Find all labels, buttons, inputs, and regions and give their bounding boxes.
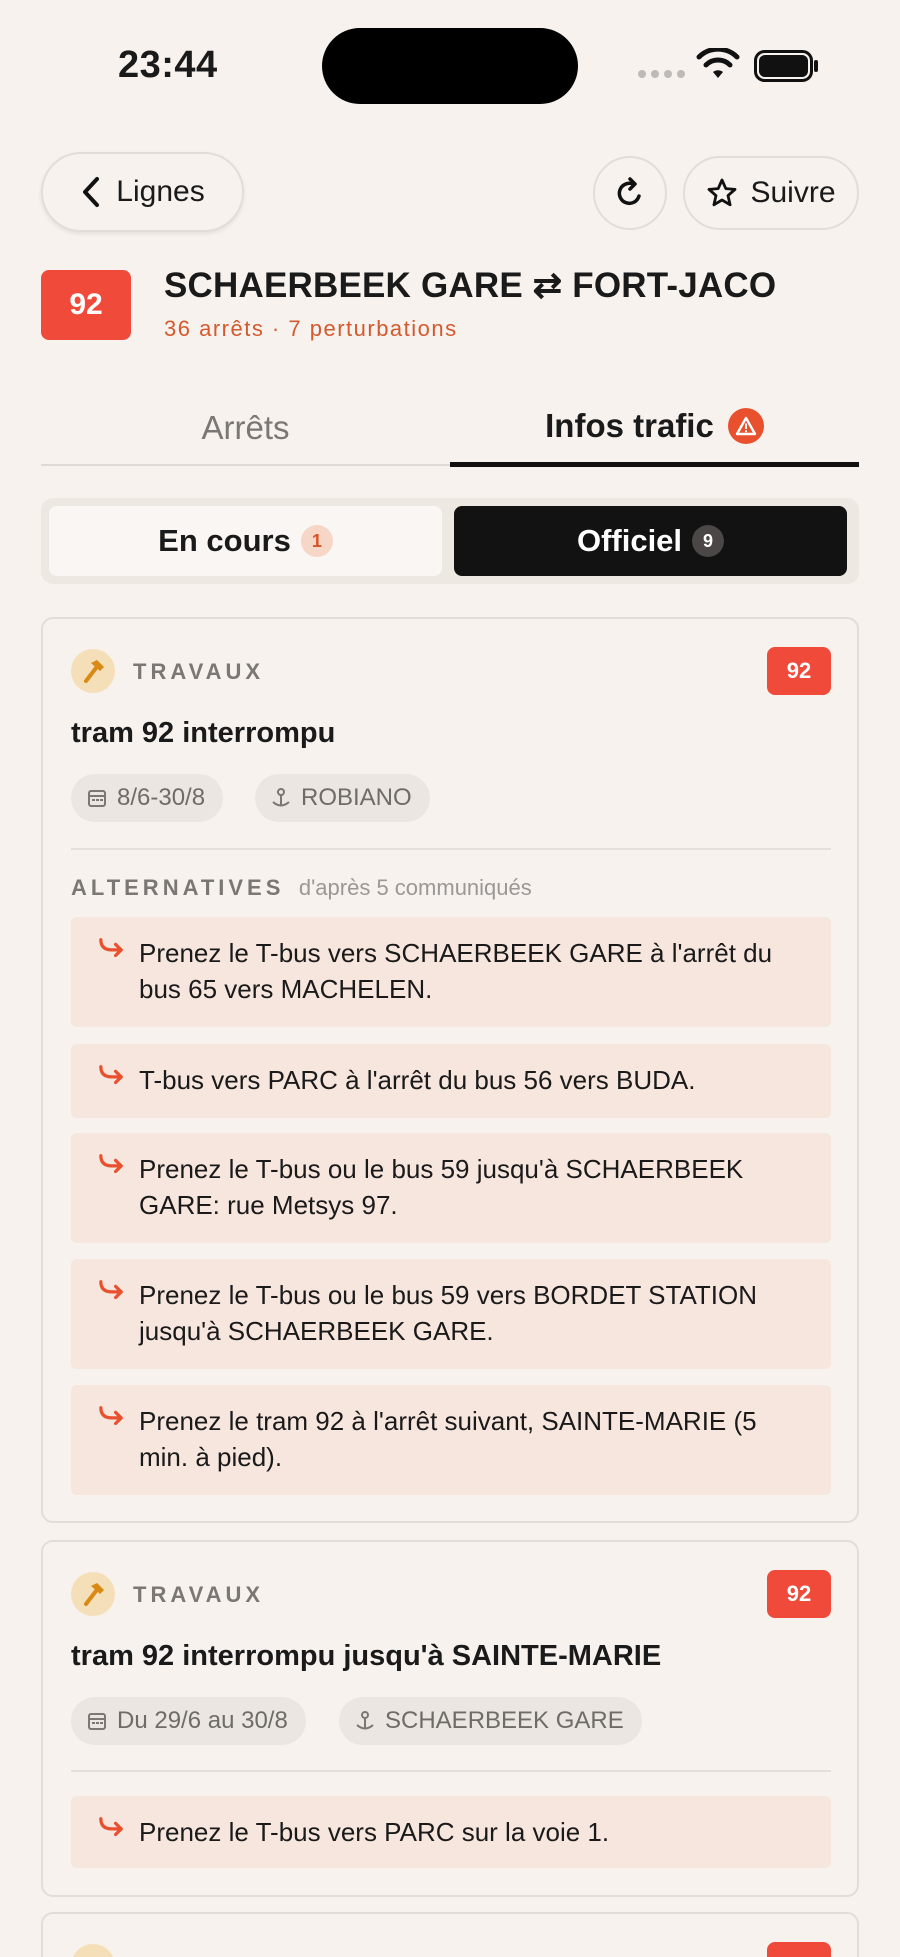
- dynamic-island: [322, 28, 578, 104]
- divider: [71, 848, 831, 850]
- turn-arrow-icon: [99, 1280, 123, 1300]
- stop-chip: ROBIANO: [255, 774, 430, 822]
- date-text: Du 29/6 au 30/8: [117, 1707, 288, 1734]
- date-chip: 8/6-30/8: [71, 774, 224, 822]
- line-badge: 92: [767, 1570, 831, 1618]
- status-bar: 23:44: [0, 0, 900, 130]
- line-badge: [767, 1942, 831, 1957]
- alternative-text: Prenez le T-bus vers SCHAERBEEK GARE à l…: [139, 938, 773, 1004]
- tab-infos-trafic[interactable]: Infos trafic: [450, 390, 859, 467]
- segment-officiel-label: Officiel: [576, 523, 683, 558]
- turn-arrow-icon: [99, 1065, 123, 1085]
- main-tabs: Arrêts Infos trafic: [41, 390, 859, 467]
- stop-chip: SCHAERBEEK GARE: [339, 1697, 642, 1745]
- disruption-title: tram 92 interrompu jusqu'à SAINTE-MARIE: [71, 1640, 662, 1672]
- calendar-icon: [88, 1713, 106, 1730]
- disruption-card[interactable]: TRAVAUX 92 tram 92 interrompu 8/6-30/8 R…: [41, 617, 859, 1523]
- date-text: 8/6-30/8: [117, 784, 206, 811]
- alternative-item: Prenez le T-bus vers PARC sur la voie 1.: [71, 1796, 831, 1868]
- segment-officiel[interactable]: Officiel 9: [454, 506, 847, 576]
- segment-en-cours-label: En cours: [158, 523, 291, 558]
- alternative-text: Prenez le tram 92 à l'arrêt suivant, SAI…: [139, 1406, 757, 1472]
- alternative-text: Prenez le T-bus vers PARC sur la voie 1.: [139, 1817, 610, 1847]
- alternative-text: Prenez le T-bus ou le bus 59 vers BORDET…: [139, 1280, 757, 1346]
- divider: [71, 1770, 831, 1772]
- line-badge: 92: [767, 647, 831, 695]
- warning-icon: [727, 408, 764, 444]
- hammer-icon: [71, 1944, 115, 1957]
- alternative-item: Prenez le T-bus ou le bus 59 jusqu'à SCH…: [71, 1133, 831, 1243]
- refresh-button[interactable]: [593, 156, 667, 230]
- wifi-icon: [696, 48, 740, 78]
- battery-icon: [754, 50, 818, 82]
- disruption-card[interactable]: [41, 1912, 859, 1957]
- hammer-icon: [71, 1572, 115, 1616]
- en-cours-count-badge: 1: [300, 525, 333, 557]
- alternative-item: Prenez le tram 92 à l'arrêt suivant, SAI…: [71, 1385, 831, 1495]
- alternative-item: T-bus vers PARC à l'arrêt du bus 56 vers…: [71, 1044, 831, 1118]
- status-time: 23:44: [118, 44, 218, 86]
- turn-arrow-icon: [99, 1154, 123, 1174]
- stop-text: ROBIANO: [301, 784, 412, 811]
- officiel-count-badge: 9: [692, 525, 725, 557]
- line-title: SCHAERBEEK GARE ⇄ FORT-JACO: [164, 266, 777, 305]
- alternatives-source: d'après 5 communiqués: [298, 875, 532, 900]
- alternative-text: T-bus vers PARC à l'arrêt du bus 56 vers…: [139, 1065, 696, 1095]
- category-label: TRAVAUX: [133, 659, 265, 684]
- refresh-icon: [617, 177, 641, 206]
- turn-arrow-icon: [99, 1406, 123, 1426]
- alternatives-title: ALTERNATIVES: [71, 875, 285, 900]
- follow-button[interactable]: Suivre: [683, 156, 859, 230]
- category-label: TRAVAUX: [133, 1582, 265, 1607]
- nav-bar: Lignes Suivre: [0, 152, 900, 232]
- alternatives-header: ALTERNATIVES d'après 5 communiqués: [71, 875, 532, 901]
- alternative-item: Prenez le T-bus ou le bus 59 vers BORDET…: [71, 1259, 831, 1369]
- back-label: Lignes: [116, 175, 205, 208]
- chevron-left-icon: [83, 177, 100, 207]
- stop-pin-icon: [356, 1711, 374, 1730]
- turn-arrow-icon: [99, 938, 123, 958]
- tab-arrets[interactable]: Arrêts: [41, 390, 450, 466]
- line-number-badge: 92: [41, 270, 131, 340]
- hammer-icon: [71, 649, 115, 693]
- stop-text: SCHAERBEEK GARE: [385, 1707, 624, 1734]
- follow-label: Suivre: [750, 176, 836, 209]
- disruption-card[interactable]: TRAVAUX 92 tram 92 interrompu jusqu'à SA…: [41, 1540, 859, 1897]
- alternative-item: Prenez le T-bus vers SCHAERBEEK GARE à l…: [71, 917, 831, 1027]
- star-icon: [708, 178, 737, 207]
- tab-arrets-label: Arrêts: [201, 409, 290, 446]
- line-subtitle: 36 arrêts · 7 perturbations: [164, 316, 458, 341]
- calendar-icon: [88, 790, 106, 807]
- segment-en-cours[interactable]: En cours 1: [49, 506, 442, 576]
- alternative-text: Prenez le T-bus ou le bus 59 jusqu'à SCH…: [139, 1154, 744, 1220]
- date-chip: Du 29/6 au 30/8: [71, 1697, 306, 1745]
- turn-arrow-icon: [99, 1817, 123, 1837]
- back-button[interactable]: Lignes: [41, 152, 244, 232]
- tab-infos-trafic-label: Infos trafic: [545, 407, 714, 444]
- segmented-control: En cours 1 Officiel 9: [41, 498, 859, 584]
- cellular-signal-icon: [638, 70, 685, 78]
- disruption-title: tram 92 interrompu: [71, 717, 336, 749]
- stop-pin-icon: [272, 788, 290, 807]
